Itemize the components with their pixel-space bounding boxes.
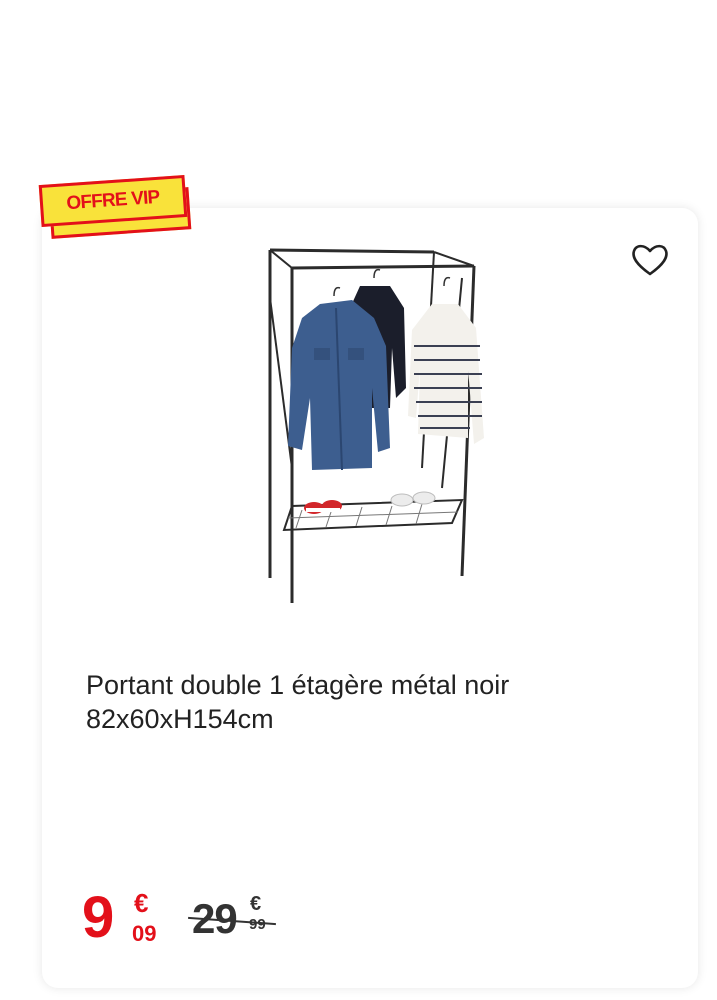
- product-card[interactable]: Portant double 1 étagère métal noir 82x6…: [42, 208, 698, 988]
- heart-outline-icon: [632, 244, 668, 276]
- old-price-currency: €: [250, 893, 262, 915]
- product-title-line2: 82x60xH154cm: [86, 704, 274, 734]
- old-price: 29 € 99: [188, 893, 302, 954]
- current-price-integer: 9: [82, 885, 114, 950]
- page: Portant double 1 étagère métal noir 82x6…: [0, 0, 717, 1000]
- current-price-decimals: 09: [132, 921, 157, 946]
- favorite-button[interactable]: [628, 238, 672, 282]
- vip-badge-label: OFFRE VIP: [65, 186, 161, 215]
- top-band: [0, 0, 717, 175]
- current-price-currency: €: [134, 888, 149, 918]
- vip-offer-badge: OFFRE VIP: [36, 174, 196, 240]
- product-image[interactable]: [262, 238, 532, 608]
- product-title-line1: Portant double 1 étagère métal noir: [86, 670, 510, 700]
- clothing-rack-image: [268, 248, 484, 603]
- product-title[interactable]: Portant double 1 étagère métal noir 82x6…: [86, 668, 646, 736]
- old-price-decimals: 99: [249, 916, 266, 933]
- price-row: 9 € 09 29 € 99: [82, 888, 482, 968]
